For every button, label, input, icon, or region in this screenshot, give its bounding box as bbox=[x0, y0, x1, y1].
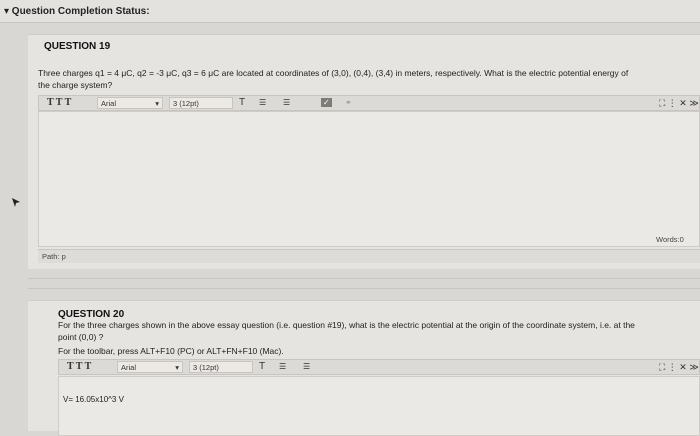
size-select-value: 3 (12pt) bbox=[173, 99, 199, 108]
question-20-answer-editor[interactable]: V= 16.05x10^3 V bbox=[58, 376, 700, 436]
toolbar-hint: For the toolbar, press ALT+F10 (PC) or A… bbox=[58, 346, 284, 356]
path-label: Path: p bbox=[42, 252, 66, 261]
fullscreen-icon[interactable]: ⛶ ⋮ ✕ ≫ bbox=[659, 98, 699, 109]
font-select[interactable]: Arial ▾ bbox=[97, 97, 163, 109]
editor-path-bar: Path: p bbox=[38, 249, 700, 263]
question-19-block: QUESTION 19 Three charges q1 = 4 μC, q2 … bbox=[28, 34, 700, 269]
size-select[interactable]: 3 (12pt) bbox=[189, 361, 253, 373]
question-19-heading: QUESTION 19 bbox=[44, 41, 111, 52]
question-19-editor-toolbar: T T T Arial ▾ 3 (12pt) T ☰ ☰ ✓ ⚭ ⛶ ⋮ ✕ ≫ bbox=[38, 95, 700, 111]
numbered-list-icon[interactable]: ☰ bbox=[283, 98, 290, 107]
font-select-value: Arial bbox=[121, 363, 137, 372]
question-20-editor-toolbar: T T T Arial ▾ 3 (12pt) T ☰ ☰ ⛶ ⋮ ✕ ≫ bbox=[58, 359, 700, 375]
section-divider bbox=[28, 288, 700, 289]
question-completion-status-title[interactable]: ▾ Question Completion Status: bbox=[4, 6, 150, 17]
question-19-answer-editor[interactable] bbox=[38, 111, 700, 247]
size-select-value: 3 (12pt) bbox=[193, 363, 219, 372]
word-count: Words:0 bbox=[656, 235, 684, 244]
text-color-icon[interactable]: T bbox=[259, 361, 265, 372]
spellcheck-icon[interactable]: ✓ bbox=[321, 98, 332, 107]
question-19-text-line1: Three charges q1 = 4 μC, q2 = -3 μC, q3 … bbox=[38, 68, 629, 78]
status-bar: ▾ Question Completion Status: bbox=[0, 0, 700, 23]
mouse-cursor-icon bbox=[12, 198, 20, 207]
numbered-list-icon[interactable]: ☰ bbox=[303, 362, 310, 371]
chevron-down-icon: ▾ bbox=[175, 363, 179, 372]
bullet-list-icon[interactable]: ☰ bbox=[279, 362, 286, 371]
font-select-value: Arial bbox=[101, 99, 117, 108]
text-color-icon[interactable]: T bbox=[239, 97, 245, 108]
font-select[interactable]: Arial ▾ bbox=[117, 361, 183, 373]
question-19-text-line2: the charge system? bbox=[38, 80, 113, 90]
format-buttons[interactable]: T T T bbox=[47, 97, 71, 108]
question-20-block: QUESTION 20 For the three charges shown … bbox=[28, 300, 700, 436]
question-20-text-line1: For the three charges shown in the above… bbox=[58, 320, 635, 330]
section-divider bbox=[28, 278, 700, 279]
format-buttons[interactable]: T T T bbox=[67, 361, 91, 372]
size-select[interactable]: 3 (12pt) bbox=[169, 97, 233, 109]
answer-value: V= 16.05x10^3 V bbox=[63, 395, 124, 404]
chevron-down-icon: ▾ bbox=[155, 99, 159, 108]
link-icon[interactable]: ⚭ bbox=[345, 98, 352, 107]
question-20-text-line2: point (0,0) ? bbox=[58, 332, 104, 342]
bullet-list-icon[interactable]: ☰ bbox=[259, 98, 266, 107]
fullscreen-icon[interactable]: ⛶ ⋮ ✕ ≫ bbox=[659, 362, 699, 373]
